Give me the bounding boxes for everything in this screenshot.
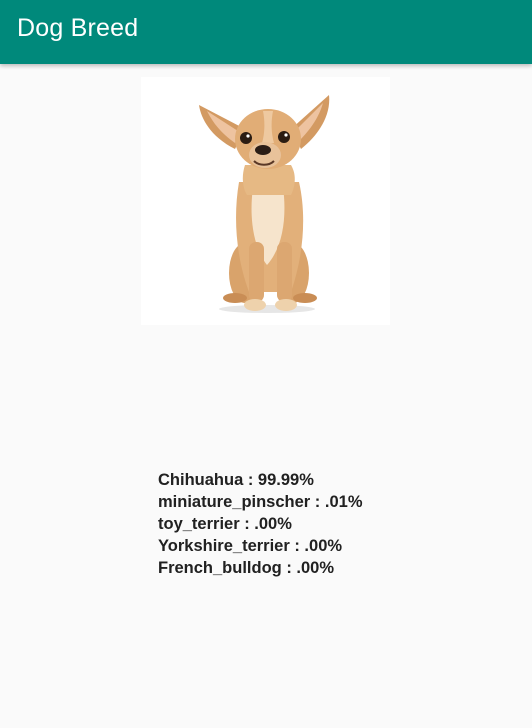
prediction-line: French_bulldog : .00%: [158, 559, 335, 577]
prediction-results: Chihuahua : 99.99% miniature_pinscher : …: [158, 469, 363, 579]
prediction-line: miniature_pinscher : .01%: [158, 493, 363, 511]
prediction-line: toy_terrier : .00%: [158, 515, 292, 533]
app-title: Dog Breed: [17, 14, 139, 42]
prediction-line: Chihuahua : 99.99%: [158, 471, 314, 489]
dog-photo: [141, 77, 390, 325]
dog-illustration: [199, 95, 330, 313]
app-bar: Dog Breed: [0, 0, 532, 64]
prediction-line: Yorkshire_terrier : .00%: [158, 537, 343, 555]
